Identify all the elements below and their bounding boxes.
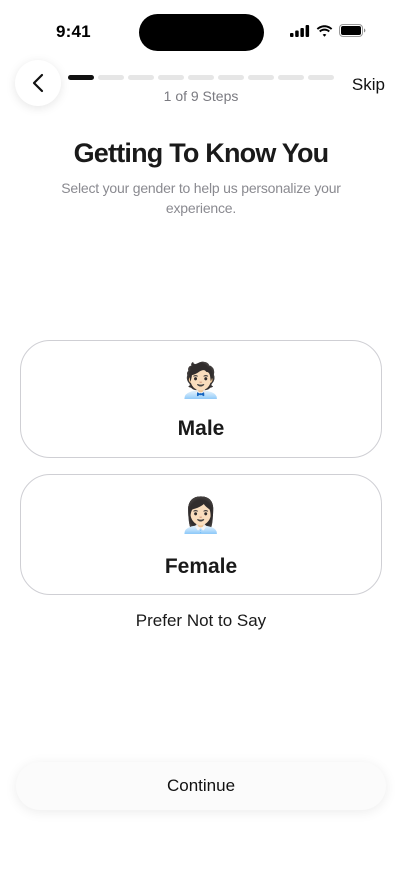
progress-segment xyxy=(158,75,184,80)
battery-icon xyxy=(339,24,366,37)
page-subtitle: Select your gender to help us personaliz… xyxy=(61,180,341,216)
dynamic-island xyxy=(139,14,264,51)
progress-segment xyxy=(278,75,304,80)
cellular-signal-icon xyxy=(290,24,310,37)
female-avatar-icon: 👩🏻‍💼 xyxy=(179,497,223,535)
step-counter: 1 of 9 Steps xyxy=(163,88,239,104)
chevron-left-icon xyxy=(32,73,44,93)
status-icons xyxy=(290,24,366,37)
progress-segment xyxy=(98,75,124,80)
progress-segment xyxy=(308,75,334,80)
progress-segment xyxy=(248,75,274,80)
progress-segment xyxy=(128,75,154,80)
option-card-female[interactable]: 👩🏻‍💼 Female xyxy=(20,474,382,595)
option-label-male: Male xyxy=(177,417,225,440)
progress-segment-active xyxy=(68,75,94,80)
page-title: Getting To Know You xyxy=(73,138,330,168)
onboarding-screen: 9:41 1 of 9 Steps Skip Getting To Know Y… xyxy=(0,0,402,874)
option-card-male[interactable]: 🧑🏻‍💼 Male xyxy=(20,340,382,458)
male-avatar-icon: 🧑🏻‍💼 xyxy=(179,362,223,400)
continue-button[interactable]: Continue xyxy=(16,762,386,810)
prefer-not-to-say-button[interactable]: Prefer Not to Say xyxy=(0,611,402,631)
status-time: 9:41 xyxy=(56,22,91,41)
wifi-icon xyxy=(316,24,333,37)
progress-segment xyxy=(188,75,214,80)
progress-segment xyxy=(218,75,244,80)
skip-button[interactable]: Skip xyxy=(352,75,385,95)
back-button[interactable] xyxy=(15,60,61,106)
option-label-female: Female xyxy=(164,555,238,578)
step-progress-bar xyxy=(68,75,334,80)
